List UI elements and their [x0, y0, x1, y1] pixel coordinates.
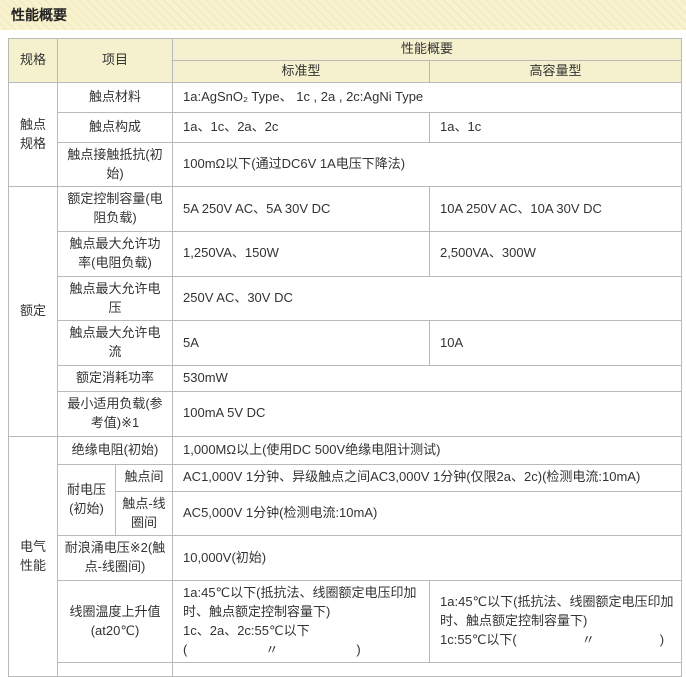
row-contact-resistance-label: 触点接触抵抗(初始)	[58, 142, 173, 187]
table-row: 电气性能 绝缘电阻(初始) 1,000MΩ以上(使用DC 500V绝缘电阻计测试…	[9, 436, 682, 464]
table-row: 耐电压(初始) 触点间 AC1,000V 1分钟、异级触点之间AC3,000V …	[9, 464, 682, 491]
row-contact-material-value: 1a:AgSnO₂ Type、 1c , 2a , 2c:AgNi Type	[173, 82, 682, 112]
row-max-switching-power-high-capacity: 2,500VA、300W	[430, 232, 682, 277]
row-rated-control-capacity-high-capacity: 10A 250V AC、10A 30V DC	[430, 187, 682, 232]
header-summary: 性能概要	[173, 39, 682, 61]
header-high-capacity: 高容量型	[430, 60, 682, 82]
row-partial-value	[173, 663, 682, 677]
group-rated: 额定	[9, 187, 58, 436]
row-rated-power-consumption-value: 530mW	[173, 366, 682, 392]
row-contact-arrangement-label: 触点构成	[58, 112, 173, 142]
row-dielectric-between-contacts-label: 触点间	[116, 464, 173, 491]
group-electrical: 电气性能	[9, 436, 58, 677]
header-item: 项目	[58, 39, 173, 83]
table-row-partial	[9, 663, 682, 677]
row-contact-material-label: 触点材料	[58, 82, 173, 112]
row-surge-voltage-value: 10,000V(初始)	[173, 536, 682, 581]
table-row: 额定消耗功率 530mW	[9, 366, 682, 392]
row-dielectric-contact-coil-value: AC5,000V 1分钟(检测电流:10mA)	[173, 491, 682, 536]
row-rated-control-capacity-label: 额定控制容量(电阻负载)	[58, 187, 173, 232]
header-standard: 标准型	[173, 60, 430, 82]
table-row: 触点规格 触点材料 1a:AgSnO₂ Type、 1c , 2a , 2c:A…	[9, 82, 682, 112]
table-row: 触点最大允许电压 250V AC、30V DC	[9, 276, 682, 321]
row-min-applicable-load-label: 最小适用负载(参考值)※1	[58, 391, 173, 436]
row-max-switching-voltage-value: 250V AC、30V DC	[173, 276, 682, 321]
row-dielectric-contact-coil-label: 触点-线圈间	[116, 491, 173, 536]
row-max-switching-current-high-capacity: 10A	[430, 321, 682, 366]
table-row: 线圈温度上升值 (at20℃) 1a:45℃以下(抵抗法、线圈额定电压印加 时、…	[9, 581, 682, 663]
row-coil-temperature-rise-standard: 1a:45℃以下(抵抗法、线圈额定电压印加 时、触点额定控制容量下) 1c、2a…	[173, 581, 430, 663]
table-row: 触点接触抵抗(初始) 100mΩ以下(通过DC6V 1A电压下降法)	[9, 142, 682, 187]
table-row: 额定 额定控制容量(电阻负载) 5A 250V AC、5A 30V DC 10A…	[9, 187, 682, 232]
table-row: 触点最大允许电流 5A 10A	[9, 321, 682, 366]
row-max-switching-power-standard: 1,250VA、150W	[173, 232, 430, 277]
row-insulation-resistance-label: 绝缘电阻(初始)	[58, 436, 173, 464]
table-row: 最小适用负载(参考值)※1 100mA 5V DC	[9, 391, 682, 436]
table-row: 触点最大允许功率(电阻负载) 1,250VA、150W 2,500VA、300W	[9, 232, 682, 277]
row-partial-label	[58, 663, 173, 677]
header-spec: 规格	[9, 39, 58, 83]
row-max-switching-voltage-label: 触点最大允许电压	[58, 276, 173, 321]
performance-summary-table: 规格 项目 性能概要 标准型 高容量型 触点规格 触点材料 1a:AgSnO₂ …	[8, 38, 682, 677]
row-min-applicable-load-value: 100mA 5V DC	[173, 391, 682, 436]
row-contact-arrangement-high-capacity: 1a、1c	[430, 112, 682, 142]
row-coil-temperature-rise-label: 线圈温度上升值 (at20℃)	[58, 581, 173, 663]
row-rated-power-consumption-label: 额定消耗功率	[58, 366, 173, 392]
row-contact-resistance-value: 100mΩ以下(通过DC6V 1A电压下降法)	[173, 142, 682, 187]
row-max-switching-current-standard: 5A	[173, 321, 430, 366]
page-title-bar: 性能概要	[0, 0, 686, 30]
group-contact-spec: 触点规格	[9, 82, 58, 187]
row-contact-arrangement-standard: 1a、1c、2a、2c	[173, 112, 430, 142]
row-max-switching-current-label: 触点最大允许电流	[58, 321, 173, 366]
row-dielectric-strength-label: 耐电压(初始)	[58, 464, 116, 536]
table-row: 触点构成 1a、1c、2a、2c 1a、1c	[9, 112, 682, 142]
row-insulation-resistance-value: 1,000MΩ以上(使用DC 500V绝缘电阻计测试)	[173, 436, 682, 464]
row-coil-temperature-rise-high-capacity: 1a:45℃以下(抵抗法、线圈额定电压印加 时、触点额定控制容量下) 1c:55…	[430, 581, 682, 663]
row-surge-voltage-label: 耐浪涌电压※2(触点-线圈间)	[58, 536, 173, 581]
row-dielectric-between-contacts-value: AC1,000V 1分钟、异级触点之间AC3,000V 1分钟(仅限2a、2c)…	[173, 464, 682, 491]
row-rated-control-capacity-standard: 5A 250V AC、5A 30V DC	[173, 187, 430, 232]
page-title: 性能概要	[11, 7, 67, 23]
row-max-switching-power-label: 触点最大允许功率(电阻负载)	[58, 232, 173, 277]
table-row: 耐浪涌电压※2(触点-线圈间) 10,000V(初始)	[9, 536, 682, 581]
